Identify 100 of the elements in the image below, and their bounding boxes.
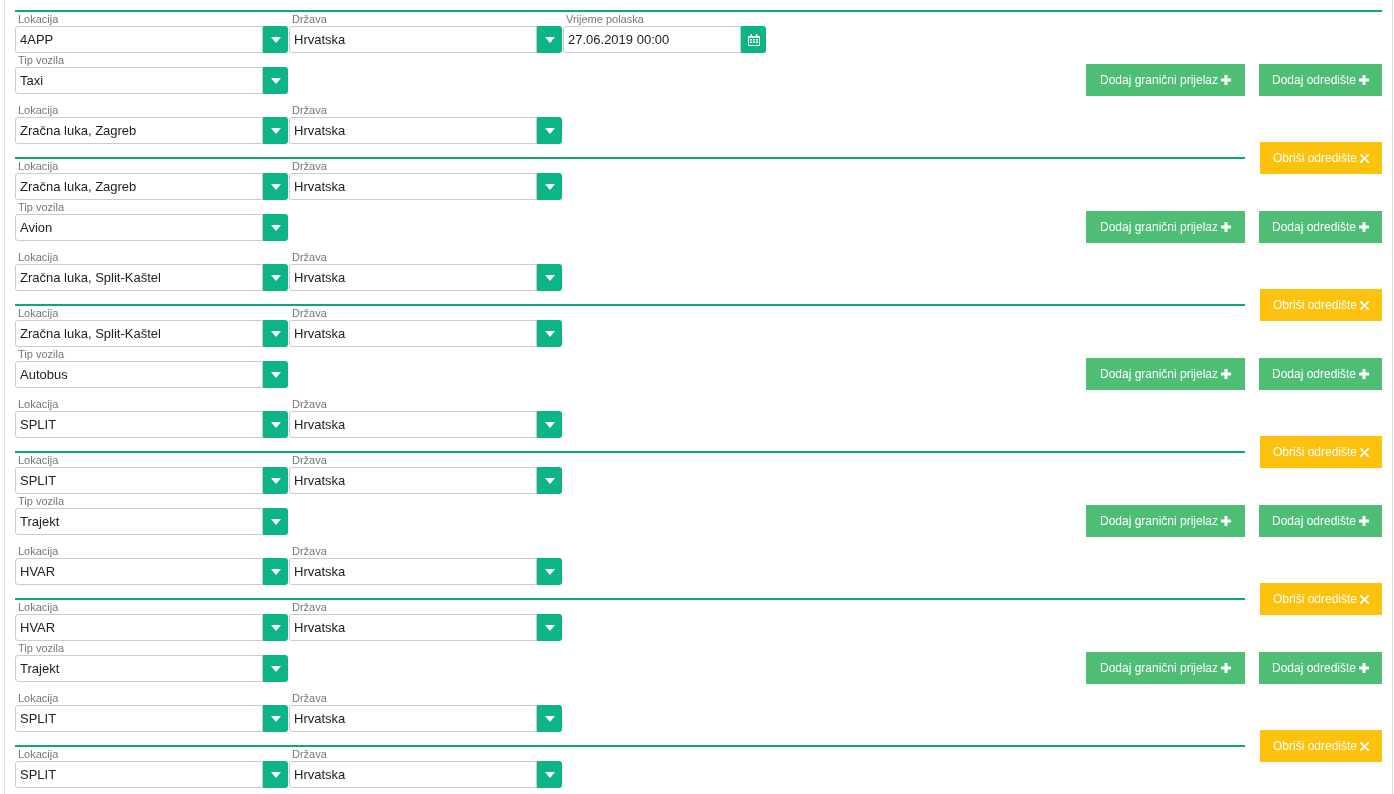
select-field[interactable]: Taxi <box>15 67 263 94</box>
calendar-button[interactable] <box>741 26 766 53</box>
caret-down-icon <box>544 771 555 778</box>
select-field[interactable]: Zračna luka, Zagreb <box>15 173 263 200</box>
field-label: Država <box>291 103 328 117</box>
plus-icon <box>1221 516 1232 526</box>
dropdown-button[interactable] <box>537 117 562 144</box>
select-field[interactable]: Zračna luka, Zagreb <box>15 117 263 144</box>
field-label: Država <box>291 747 328 761</box>
dropdown-button[interactable] <box>263 614 288 641</box>
select-field[interactable]: Hrvatska <box>289 761 537 788</box>
dropdown-button[interactable] <box>263 264 288 291</box>
close-icon <box>1360 741 1369 751</box>
field-label: Lokacija <box>17 306 60 320</box>
select-field[interactable]: SPLIT <box>15 411 263 438</box>
select-field[interactable]: Hrvatska <box>289 614 537 641</box>
plus-icon <box>1359 663 1370 673</box>
field-label: Lokacija <box>17 12 60 26</box>
field-label: Lokacija <box>17 250 60 264</box>
select-field[interactable]: SPLIT <box>15 761 263 788</box>
dropdown-button[interactable] <box>263 26 288 53</box>
close-icon <box>1360 153 1369 163</box>
dropdown-button[interactable] <box>537 761 562 788</box>
field-label: Država <box>291 397 328 411</box>
field-label: Lokacija <box>17 691 60 705</box>
caret-down-icon <box>544 477 555 484</box>
field-label: Država <box>291 250 328 264</box>
dropdown-button[interactable] <box>263 508 288 535</box>
dropdown-button[interactable] <box>263 411 288 438</box>
select-field[interactable]: Autobus <box>15 361 263 388</box>
dropdown-button[interactable] <box>263 705 288 732</box>
dropdown-button[interactable] <box>263 558 288 585</box>
dropdown-button[interactable] <box>263 117 288 144</box>
select-field[interactable]: Hrvatska <box>289 411 537 438</box>
dropdown-button[interactable] <box>263 655 288 682</box>
select-field[interactable]: Zračna luka, Split-Kaštel <box>15 264 263 291</box>
caret-down-icon <box>270 568 281 575</box>
field-label: Država <box>291 453 328 467</box>
select-field[interactable]: Hrvatska <box>289 26 537 53</box>
dropdown-button[interactable] <box>537 467 562 494</box>
select-field[interactable]: Hrvatska <box>289 467 537 494</box>
select-field[interactable]: HVAR <box>15 614 263 641</box>
select-field[interactable]: SPLIT <box>15 705 263 732</box>
field-label: Lokacija <box>17 397 60 411</box>
dropdown-button[interactable] <box>263 214 288 241</box>
caret-down-icon <box>544 274 555 281</box>
caret-down-icon <box>544 330 555 337</box>
calendar-icon <box>747 33 760 46</box>
field-label: Država <box>291 544 328 558</box>
field-label: Tip vozila <box>17 494 66 508</box>
dropdown-button[interactable] <box>263 67 288 94</box>
caret-down-icon <box>270 274 281 281</box>
field-label: Lokacija <box>17 544 60 558</box>
caret-down-icon <box>270 421 281 428</box>
field-label: Lokacija <box>17 747 60 761</box>
caret-down-icon <box>270 771 281 778</box>
dropdown-button[interactable] <box>537 705 562 732</box>
caret-down-icon <box>270 77 281 84</box>
caret-down-icon <box>270 665 281 672</box>
dropdown-button[interactable] <box>537 320 562 347</box>
dropdown-button[interactable] <box>263 361 288 388</box>
select-field[interactable]: Hrvatska <box>289 320 537 347</box>
field-label: Tip vozila <box>17 200 66 214</box>
select-field[interactable]: Hrvatska <box>289 173 537 200</box>
close-icon <box>1360 300 1369 310</box>
dropdown-button[interactable] <box>537 173 562 200</box>
caret-down-icon <box>544 624 555 631</box>
select-field[interactable]: Hrvatska <box>289 264 537 291</box>
select-field[interactable]: Avion <box>15 214 263 241</box>
plus-icon <box>1221 369 1232 379</box>
dropdown-button[interactable] <box>263 173 288 200</box>
plus-icon <box>1221 75 1232 85</box>
date-field[interactable]: 27.06.2019 00:00 <box>563 26 741 53</box>
dropdown-button[interactable] <box>263 467 288 494</box>
caret-down-icon <box>270 371 281 378</box>
field-label: Država <box>291 12 328 26</box>
dropdown-button[interactable] <box>537 614 562 641</box>
dropdown-button[interactable] <box>537 558 562 585</box>
select-field[interactable]: Hrvatska <box>289 117 537 144</box>
caret-down-icon <box>270 518 281 525</box>
plus-icon <box>1359 222 1370 232</box>
field-label: Lokacija <box>17 600 60 614</box>
select-field[interactable]: Hrvatska <box>289 705 537 732</box>
select-field[interactable]: Hrvatska <box>289 558 537 585</box>
field-label: Država <box>291 306 328 320</box>
select-field[interactable]: HVAR <box>15 558 263 585</box>
dropdown-button[interactable] <box>263 320 288 347</box>
dropdown-button[interactable] <box>537 264 562 291</box>
select-field[interactable]: 4APP <box>15 26 263 53</box>
caret-down-icon <box>544 127 555 134</box>
field-label: Tip vozila <box>17 53 66 67</box>
dropdown-button[interactable] <box>537 411 562 438</box>
select-field[interactable]: SPLIT <box>15 467 263 494</box>
select-field[interactable]: Trajekt <box>15 508 263 535</box>
dropdown-button[interactable] <box>537 26 562 53</box>
plus-icon <box>1221 222 1232 232</box>
caret-down-icon <box>270 183 281 190</box>
select-field[interactable]: Trajekt <box>15 655 263 682</box>
dropdown-button[interactable] <box>263 761 288 788</box>
select-field[interactable]: Zračna luka, Split-Kaštel <box>15 320 263 347</box>
